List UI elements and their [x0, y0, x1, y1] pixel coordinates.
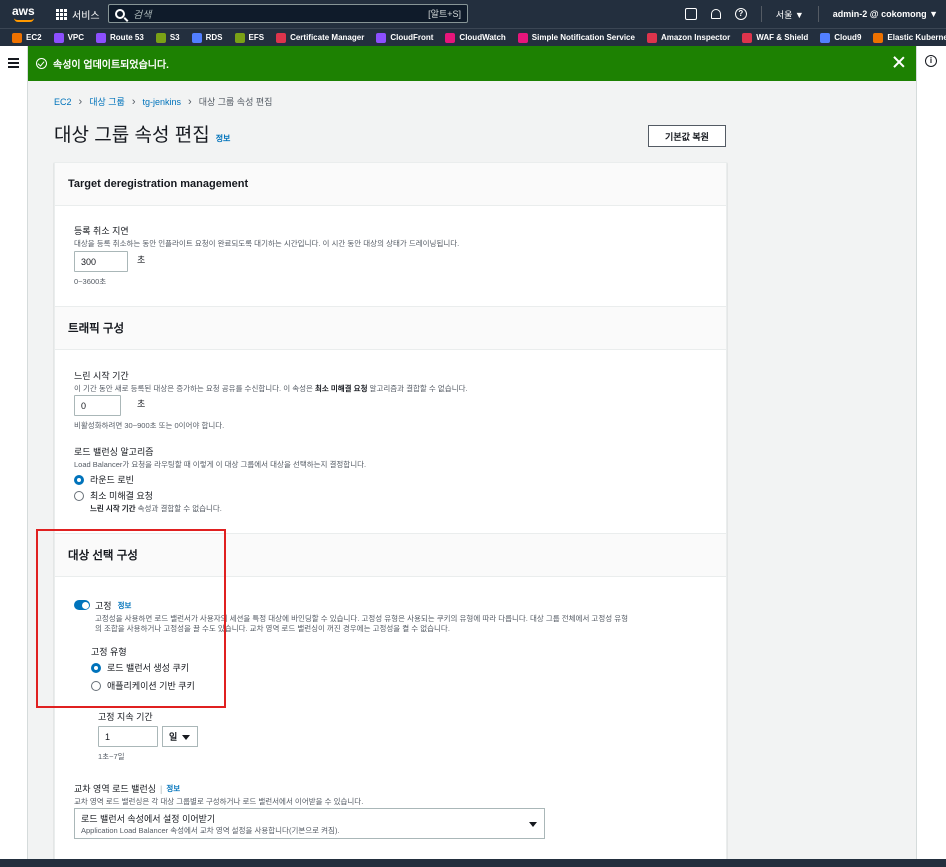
success-flash: 속성이 업데이트되었습니다. [28, 46, 916, 81]
search-icon [115, 8, 125, 19]
chevron-right-icon: › [188, 95, 192, 108]
favorite-vpc[interactable]: VPC [53, 32, 84, 43]
traffic-heading: 트래픽 구성 [55, 306, 726, 350]
caret-down-icon [182, 735, 190, 740]
page-title: 대상 그룹 속성 편집 정보 [54, 120, 230, 147]
favorite-cloud9[interactable]: Cloud9 [820, 32, 861, 43]
service-icon [517, 32, 528, 43]
algorithm-desc: Load Balancer가 요청을 라우팅할 때 이렇게 이 대상 그룹에서 … [74, 460, 367, 469]
restore-defaults-button[interactable]: 기본값 복원 [648, 125, 726, 147]
info-icon[interactable]: i [925, 55, 937, 67]
algorithm-label: 로드 밸런싱 알고리즘 [74, 447, 154, 457]
info-link[interactable]: 정보 [216, 133, 231, 144]
service-icon [12, 32, 22, 43]
breadcrumb-current: 대상 그룹 속성 편집 [198, 97, 273, 107]
breadcrumb-target-groups[interactable]: 대상 그룹 [89, 95, 125, 108]
search-input[interactable]: 검색 [알트+S] [108, 4, 468, 23]
radio-unselected-icon [74, 490, 84, 501]
side-navigation [0, 46, 28, 867]
top-navigation: aws 서비스 검색 [알트+S] ? 서울 ▼ admin-2 @ cokom… [0, 0, 946, 28]
cross-zone-select[interactable]: 로드 밸런서 속성에서 설정 이어받기 Application Load Bal… [74, 808, 545, 839]
cloudshell-icon[interactable] [684, 8, 697, 20]
aws-logo[interactable]: aws [12, 5, 36, 23]
favorite-ec2[interactable]: EC2 [12, 32, 42, 43]
region-selector[interactable]: 서울 ▼ [776, 8, 804, 21]
menu-icon[interactable] [8, 58, 19, 70]
flash-message: 속성이 업데이트되었습니다. [53, 60, 169, 71]
service-icon [96, 32, 107, 43]
breadcrumb: EC2 › 대상 그룹 › tg-jenkins › 대상 그룹 속성 편집 [54, 95, 272, 108]
favorite-rds[interactable]: RDS [191, 32, 223, 43]
close-icon[interactable] [892, 55, 906, 69]
search-placeholder: 검색 [133, 10, 152, 21]
service-icon [646, 32, 657, 43]
favorite-elastic-kubernetes-s[interactable]: Elastic Kubernetes S [873, 32, 946, 43]
attributes-panel: Target deregistration management 등록 취소 지… [54, 162, 727, 867]
deregistration-delay-desc: 대상을 등록 취소하는 동안 인플라이트 요청이 완료되도록 대기하는 시간입니… [74, 239, 460, 248]
slow-start-desc: 이 기간 동안 새로 등록된 대상은 증가하는 요청 공유를 수신합니다. 이 … [74, 384, 468, 393]
account-menu[interactable]: admin-2 @ cokomong ▼ [833, 9, 938, 19]
service-icon [376, 32, 387, 43]
services-menu[interactable]: 서비스 [56, 7, 100, 22]
slow-start-hint: 비활성화하려면 30~900초 또는 0이어야 합니다. [74, 421, 225, 430]
cross-zone-select-value: 로드 밸런서 속성에서 설정 이어받기 [81, 813, 216, 824]
favorites-bar: EC2 VPC Route 53 S3 RDS EFS Certificate Manage… [0, 28, 946, 46]
favorite-route-53[interactable]: Route 53 [96, 32, 144, 43]
slow-start-input[interactable]: 0 [74, 395, 121, 416]
breadcrumb-ec2[interactable]: EC2 [54, 97, 72, 107]
cross-zone-select-sub: Application Load Balancer 속성에서 교차 영역 설정을… [81, 825, 340, 835]
deregistration-delay-input[interactable]: 300 [74, 251, 128, 272]
favorite-amazon-inspector[interactable]: Amazon Inspector [646, 32, 730, 43]
help-icon[interactable]: ? [734, 8, 747, 20]
caret-down-icon [529, 822, 537, 827]
footer-bar [0, 859, 946, 867]
highlight-annotation [36, 529, 226, 708]
service-icon [873, 32, 884, 43]
service-icon [234, 32, 245, 43]
service-icon [820, 32, 831, 43]
service-icon [445, 32, 456, 43]
page-title-text: 대상 그룹 속성 편집 [54, 125, 210, 146]
deregistration-delay-label: 등록 취소 지연 [74, 226, 129, 236]
favorite-efs[interactable]: EFS [234, 32, 264, 43]
radio-least-outstanding[interactable]: 최소 미해결 요청 [74, 489, 153, 502]
favorite-simple-notification-service[interactable]: Simple Notification Service [517, 32, 635, 43]
stickiness-duration-input[interactable]: 1 [98, 726, 158, 747]
help-panel-strip: i [916, 46, 946, 867]
slow-start-unit: 초 [137, 399, 146, 409]
service-icon [276, 32, 287, 43]
stickiness-duration-hint: 1초~7일 [98, 752, 125, 761]
breadcrumb-tg-jenkins[interactable]: tg-jenkins [142, 97, 181, 107]
favorite-s3[interactable]: S3 [155, 32, 180, 43]
cross-zone-label-row: 교차 영역 로드 밸런싱 | 정보 [74, 783, 181, 795]
radio-round-robin[interactable]: 라운드 로빈 [74, 473, 134, 486]
bell-icon[interactable] [710, 9, 721, 19]
deregistration-heading: Target deregistration management [55, 163, 726, 206]
grid-icon [56, 8, 67, 20]
service-icon [53, 32, 64, 43]
deregistration-delay-unit: 초 [137, 255, 146, 265]
services-label: 서비스 [72, 10, 100, 22]
favorite-cloudwatch[interactable]: CloudWatch [445, 32, 506, 43]
chevron-right-icon: › [78, 95, 83, 108]
deregistration-delay-hint: 0~3600초 [74, 277, 107, 286]
cross-zone-info-link[interactable]: 정보 [166, 783, 180, 794]
chevron-right-icon: › [131, 95, 136, 108]
favorite-certificate-manager[interactable]: Certificate Manager [276, 32, 364, 43]
cross-zone-desc: 교차 영역 로드 밸런싱은 각 대상 그룹별로 구성하거나 로드 밸런서에서 이… [74, 797, 364, 806]
slow-start-label: 느린 시작 기간 [74, 371, 129, 381]
least-outstanding-desc: 느린 시작 기간 속성과 결합할 수 없습니다. [90, 504, 222, 513]
duration-unit-select[interactable]: 일 [162, 726, 198, 747]
radio-selected-icon [74, 474, 84, 485]
success-check-icon [36, 58, 47, 69]
stickiness-duration-label: 고정 지속 기간 [98, 712, 153, 722]
search-shortcut: [알트+S] [428, 9, 461, 19]
service-icon [191, 32, 202, 43]
service-icon [155, 32, 166, 43]
service-icon [742, 32, 753, 43]
favorite-cloudfront[interactable]: CloudFront [376, 32, 433, 43]
favorite-waf-shield[interactable]: WAF & Shield [742, 32, 808, 43]
